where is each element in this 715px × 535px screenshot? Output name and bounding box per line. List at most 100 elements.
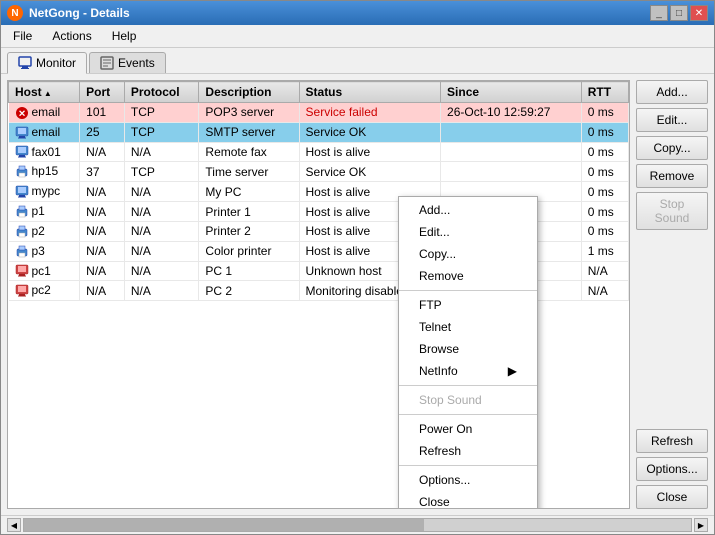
col-status[interactable]: Status bbox=[299, 82, 441, 103]
cell-protocol: TCP bbox=[124, 122, 199, 142]
col-host[interactable]: Host bbox=[9, 82, 80, 103]
cell-host: hp15 bbox=[9, 162, 80, 182]
context-menu-separator bbox=[399, 465, 537, 466]
options-button[interactable]: Options... bbox=[636, 457, 708, 481]
cell-rtt: 0 ms bbox=[581, 122, 628, 142]
cell-rtt: 0 ms bbox=[581, 103, 628, 123]
cell-description: PC 1 bbox=[199, 261, 299, 281]
window-title: NetGong - Details bbox=[29, 6, 130, 20]
events-icon bbox=[100, 56, 114, 70]
tab-events[interactable]: Events bbox=[89, 52, 166, 73]
tab-bar: Monitor Events bbox=[1, 48, 714, 74]
menu-help[interactable]: Help bbox=[104, 27, 145, 45]
add-button[interactable]: Add... bbox=[636, 80, 708, 104]
cell-since bbox=[441, 162, 582, 182]
cell-protocol: N/A bbox=[124, 261, 199, 281]
menu-bar: File Actions Help bbox=[1, 25, 714, 48]
cell-port: 25 bbox=[80, 122, 125, 142]
edit-button[interactable]: Edit... bbox=[636, 108, 708, 132]
cell-status: Host is alive bbox=[299, 142, 441, 162]
context-menu-item-ctx-browse[interactable]: Browse bbox=[399, 338, 537, 360]
menu-actions[interactable]: Actions bbox=[44, 27, 99, 45]
context-menu-item-ctx-netinfo[interactable]: NetInfo bbox=[399, 360, 537, 382]
context-menu-item-ctx-power-on[interactable]: Power On bbox=[399, 418, 537, 440]
table-row[interactable]: hp1537TCPTime serverService OK0 ms bbox=[9, 162, 629, 182]
cell-description: PC 2 bbox=[199, 281, 299, 301]
cell-port: N/A bbox=[80, 221, 125, 241]
stop-sound-button[interactable]: Stop Sound bbox=[636, 192, 708, 230]
cell-port: N/A bbox=[80, 261, 125, 281]
cell-rtt: N/A bbox=[581, 261, 628, 281]
minimize-button[interactable]: _ bbox=[650, 5, 668, 21]
cell-status: Service OK bbox=[299, 162, 441, 182]
cell-host: p1 bbox=[9, 202, 80, 222]
main-window: N NetGong - Details _ □ ✕ File Actions H… bbox=[0, 0, 715, 535]
copy-button[interactable]: Copy... bbox=[636, 136, 708, 160]
cell-since: 26-Oct-10 12:59:27 bbox=[441, 103, 582, 123]
context-menu-item-ctx-copy[interactable]: Copy... bbox=[399, 243, 537, 265]
context-menu-item-ctx-options[interactable]: Options... bbox=[399, 469, 537, 491]
cell-host: p2 bbox=[9, 221, 80, 241]
cell-protocol: N/A bbox=[124, 202, 199, 222]
cell-rtt: 1 ms bbox=[581, 241, 628, 261]
context-menu-item-ctx-stop-sound: Stop Sound bbox=[399, 389, 537, 411]
col-protocol[interactable]: Protocol bbox=[124, 82, 199, 103]
context-menu-separator bbox=[399, 385, 537, 386]
context-menu-item-ctx-close[interactable]: Close bbox=[399, 491, 537, 509]
title-bar-left: N NetGong - Details bbox=[7, 5, 130, 21]
cell-rtt: 0 ms bbox=[581, 202, 628, 222]
cell-description: Color printer bbox=[199, 241, 299, 261]
main-table-container[interactable]: Host Port Protocol Description Status Si… bbox=[7, 80, 630, 509]
col-port[interactable]: Port bbox=[80, 82, 125, 103]
scroll-right-button[interactable]: ▶ bbox=[694, 518, 708, 532]
context-menu-item-ctx-telnet[interactable]: Telnet bbox=[399, 316, 537, 338]
tab-monitor[interactable]: Monitor bbox=[7, 52, 87, 74]
tab-monitor-label: Monitor bbox=[36, 56, 76, 70]
context-menu-separator bbox=[399, 414, 537, 415]
maximize-button[interactable]: □ bbox=[670, 5, 688, 21]
context-menu-item-ctx-add[interactable]: Add... bbox=[399, 199, 537, 221]
cell-port: N/A bbox=[80, 281, 125, 301]
remove-button[interactable]: Remove bbox=[636, 164, 708, 188]
cell-description: Remote fax bbox=[199, 142, 299, 162]
context-menu-separator bbox=[399, 290, 537, 291]
cell-port: 37 bbox=[80, 162, 125, 182]
scroll-track[interactable] bbox=[23, 518, 692, 532]
cell-host: pc2 bbox=[9, 281, 80, 301]
cell-protocol: N/A bbox=[124, 182, 199, 202]
cell-rtt: 0 ms bbox=[581, 162, 628, 182]
menu-file[interactable]: File bbox=[5, 27, 40, 45]
context-menu-item-ctx-edit[interactable]: Edit... bbox=[399, 221, 537, 243]
cell-host: ✕email bbox=[9, 103, 80, 123]
bottom-bar: ◀ ▶ bbox=[1, 515, 714, 534]
col-since[interactable]: Since bbox=[441, 82, 582, 103]
context-menu-item-ctx-ftp[interactable]: FTP bbox=[399, 294, 537, 316]
cell-host: email bbox=[9, 122, 80, 142]
table-row[interactable]: ✕email101TCPPOP3 serverService failed26-… bbox=[9, 103, 629, 123]
cell-rtt: N/A bbox=[581, 281, 628, 301]
close-window-button[interactable]: ✕ bbox=[690, 5, 708, 21]
scroll-thumb[interactable] bbox=[24, 519, 424, 531]
context-menu-item-ctx-remove[interactable]: Remove bbox=[399, 265, 537, 287]
scroll-left-button[interactable]: ◀ bbox=[7, 518, 21, 532]
cell-port: N/A bbox=[80, 202, 125, 222]
context-menu-item-ctx-refresh[interactable]: Refresh bbox=[399, 440, 537, 462]
cell-protocol: TCP bbox=[124, 103, 199, 123]
cell-port: 101 bbox=[80, 103, 125, 123]
horizontal-scrollbar[interactable]: ◀ ▶ bbox=[7, 518, 708, 532]
cell-host: fax01 bbox=[9, 142, 80, 162]
app-icon: N bbox=[7, 5, 23, 21]
close-button[interactable]: Close bbox=[636, 485, 708, 509]
col-rtt[interactable]: RTT bbox=[581, 82, 628, 103]
cell-description: Printer 1 bbox=[199, 202, 299, 222]
col-description[interactable]: Description bbox=[199, 82, 299, 103]
cell-port: N/A bbox=[80, 142, 125, 162]
cell-description: POP3 server bbox=[199, 103, 299, 123]
refresh-button[interactable]: Refresh bbox=[636, 429, 708, 453]
table-row[interactable]: email25TCPSMTP serverService OK0 ms bbox=[9, 122, 629, 142]
table-row[interactable]: fax01N/AN/ARemote faxHost is alive0 ms bbox=[9, 142, 629, 162]
cell-rtt: 0 ms bbox=[581, 221, 628, 241]
cell-status: Service OK bbox=[299, 122, 441, 142]
cell-rtt: 0 ms bbox=[581, 182, 628, 202]
cell-port: N/A bbox=[80, 241, 125, 261]
